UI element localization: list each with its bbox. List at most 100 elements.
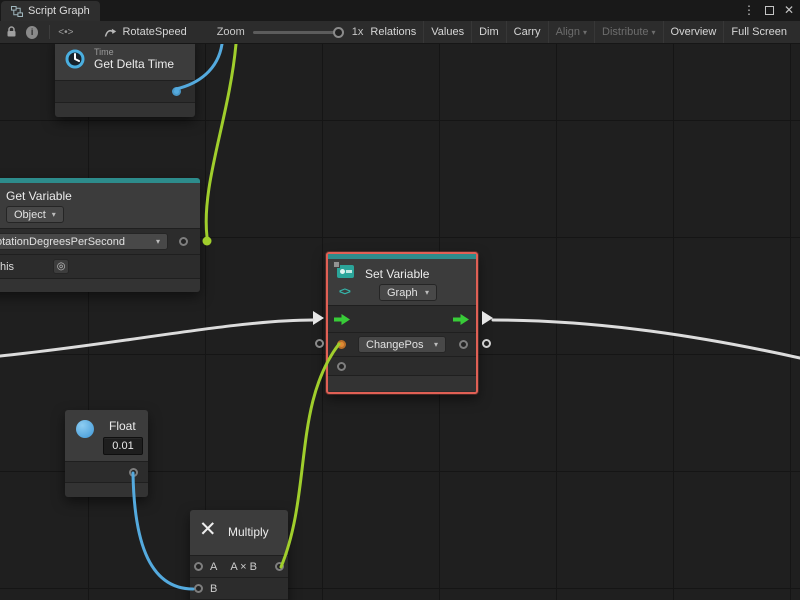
relations-button[interactable]: Relations xyxy=(363,21,423,43)
dim-button[interactable]: Dim xyxy=(471,21,506,43)
input-b-label: B xyxy=(210,583,217,595)
zoom-slider[interactable] xyxy=(253,31,344,34)
delta-time-header: Time Get Delta Time xyxy=(55,44,195,80)
caret-down-icon: ▾ xyxy=(52,210,56,219)
variable-name-row: otationDegreesPerSecond ▾ xyxy=(0,228,200,254)
lock-icon[interactable] xyxy=(6,26,17,38)
flow-output-port[interactable] xyxy=(482,311,493,325)
object-cube-icon xyxy=(333,261,340,268)
node-float[interactable]: Float 0.01 xyxy=(65,410,148,497)
menu-icon[interactable]: ⋮ xyxy=(743,3,755,17)
caret-down-icon: ▾ xyxy=(652,28,656,37)
script-graph-icon xyxy=(104,26,117,38)
values-label: Values xyxy=(431,26,464,38)
graph-breadcrumb[interactable]: RotateSpeed xyxy=(104,26,186,38)
info-icon[interactable]: i xyxy=(26,26,38,39)
clock-icon xyxy=(64,48,86,70)
code-view-icon[interactable]: <•> xyxy=(58,27,73,38)
variable-name-dropdown[interactable]: otationDegreesPerSecond ▾ xyxy=(0,233,168,250)
wire-flow-in[interactable] xyxy=(0,320,313,356)
overview-button[interactable]: Overview xyxy=(663,21,724,43)
multiply-header: ✕ Multiply xyxy=(190,510,288,555)
caret-down-icon: ▾ xyxy=(583,28,587,37)
flow-input-port[interactable] xyxy=(313,311,324,325)
window-tab-bar: Script Graph ⋮ ✕ xyxy=(0,0,800,21)
flow-out-arrow-icon[interactable] xyxy=(453,313,470,326)
set-variable-header: <> Set Variable Graph ▾ xyxy=(328,259,476,305)
caret-down-icon: ▾ xyxy=(156,237,160,246)
node-title: Set Variable xyxy=(365,267,429,281)
float-header: Float 0.01 xyxy=(65,410,148,461)
node-multiply[interactable]: ✕ Multiply A A × B B xyxy=(190,510,288,600)
graph-canvas[interactable]: Time Get Delta Time Get Variable Object … xyxy=(0,44,800,600)
node-title: Multiply xyxy=(228,525,269,539)
variable-value-port[interactable] xyxy=(179,237,188,246)
close-icon[interactable]: ✕ xyxy=(784,3,794,17)
delta-time-port-row xyxy=(55,80,195,102)
input-a-label: A xyxy=(210,561,217,573)
get-variable-footer xyxy=(0,278,200,292)
node-get-delta-time[interactable]: Time Get Delta Time xyxy=(55,44,195,117)
node-title: Float xyxy=(109,419,136,433)
float-port-row xyxy=(65,461,148,482)
float-value-port[interactable] xyxy=(129,468,138,477)
fullscreen-label: Full Screen xyxy=(731,26,787,38)
node-title: Get Variable xyxy=(6,189,192,203)
distribute-button[interactable]: Distribute ▾ xyxy=(594,21,662,43)
result-port[interactable] xyxy=(275,562,284,571)
variable-kind-dropdown[interactable]: Graph ▾ xyxy=(379,284,437,301)
variable-name-label: otationDegreesPerSecond xyxy=(0,236,125,248)
flow-in-arrow-icon[interactable] xyxy=(334,313,351,326)
zoom-value: 1x xyxy=(352,26,364,38)
variable-target-row: his ◎ xyxy=(0,254,200,278)
align-button[interactable]: Align▾ xyxy=(548,21,594,43)
getvar-output-port[interactable] xyxy=(203,237,212,246)
zoom-slider-handle[interactable] xyxy=(333,27,344,38)
value-input-port[interactable] xyxy=(337,340,346,349)
dim-label: Dim xyxy=(479,26,499,38)
graph-code-icon: <> xyxy=(339,286,350,298)
float-icon xyxy=(76,420,94,438)
multiply-icon: ✕ xyxy=(199,517,217,542)
input-b-port[interactable] xyxy=(194,584,203,593)
graph-name-label: RotateSpeed xyxy=(122,26,186,38)
carry-label: Carry xyxy=(514,26,541,38)
node-set-variable[interactable]: <> Set Variable Graph ▾ ChangePos xyxy=(326,252,478,394)
window-controls: ⋮ ✕ xyxy=(743,3,794,17)
multiply-row-b: B xyxy=(190,577,288,599)
object-picker-icon[interactable]: ◎ xyxy=(53,259,69,274)
delta-time-footer xyxy=(55,102,195,117)
node-get-variable[interactable]: Get Variable Object ▾ otationDegreesPerS… xyxy=(0,178,200,292)
set-variable-footer xyxy=(328,375,476,391)
values-button[interactable]: Values xyxy=(423,21,471,43)
input-port-ring[interactable] xyxy=(315,339,324,348)
value-output-port[interactable] xyxy=(459,340,468,349)
tab-script-graph[interactable]: Script Graph xyxy=(1,1,100,21)
get-variable-header: Get Variable Object ▾ xyxy=(0,183,200,228)
variable-kind-label: Graph xyxy=(387,287,418,299)
target-label: his xyxy=(0,261,14,273)
maximize-icon[interactable] xyxy=(765,6,774,15)
variable-name-dropdown[interactable]: ChangePos ▾ xyxy=(358,336,446,353)
node-category: Time xyxy=(94,47,174,57)
carry-button[interactable]: Carry xyxy=(506,21,548,43)
float-footer xyxy=(65,482,148,497)
variable-kind-dropdown[interactable]: Object ▾ xyxy=(6,206,64,223)
extra-port-row xyxy=(328,356,476,375)
wire-green-top[interactable] xyxy=(206,44,236,237)
output-port-ring[interactable] xyxy=(482,339,491,348)
unity-graph-window: Script Graph ⋮ ✕ i <•> RotateSpeed Zoom xyxy=(0,0,800,600)
input-a-port[interactable] xyxy=(194,562,203,571)
tab-title: Script Graph xyxy=(28,5,90,17)
variable-name-label: ChangePos xyxy=(366,339,424,351)
fullscreen-button[interactable]: Full Screen xyxy=(723,21,794,43)
float-value-field[interactable]: 0.01 xyxy=(103,437,143,455)
delta-value-port[interactable] xyxy=(172,87,181,96)
zoom-label: Zoom xyxy=(217,26,245,38)
align-label: Align xyxy=(556,26,580,38)
relations-label: Relations xyxy=(370,26,416,38)
fallback-port[interactable] xyxy=(337,362,346,371)
graph-toolbar: i <•> RotateSpeed Zoom 1x Relations Valu… xyxy=(0,21,800,44)
wire-flow-out[interactable] xyxy=(493,320,800,358)
distribute-label: Distribute xyxy=(602,26,648,38)
